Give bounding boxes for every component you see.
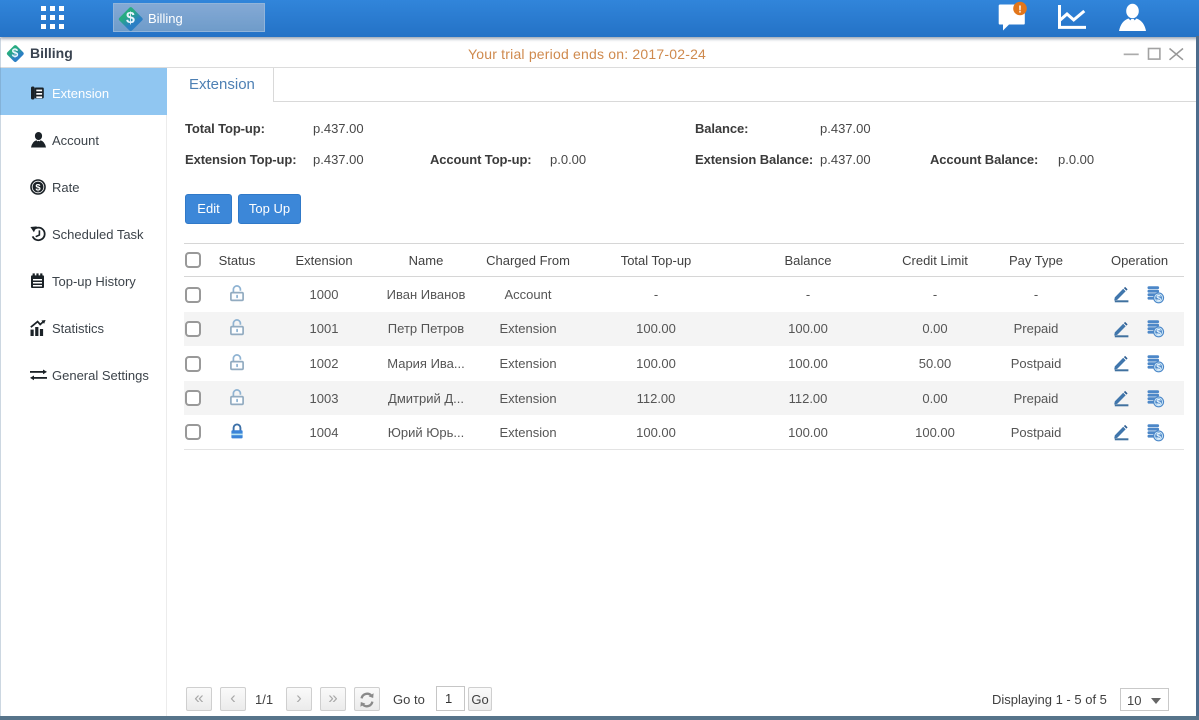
svg-text:!: ! — [1018, 3, 1022, 15]
svg-text:$: $ — [1156, 362, 1161, 372]
svg-text:$: $ — [35, 182, 41, 193]
svg-text:$: $ — [1156, 327, 1161, 337]
svg-text:$: $ — [1156, 397, 1161, 407]
svg-text:$: $ — [1156, 431, 1161, 441]
svg-text:$: $ — [1156, 293, 1161, 303]
